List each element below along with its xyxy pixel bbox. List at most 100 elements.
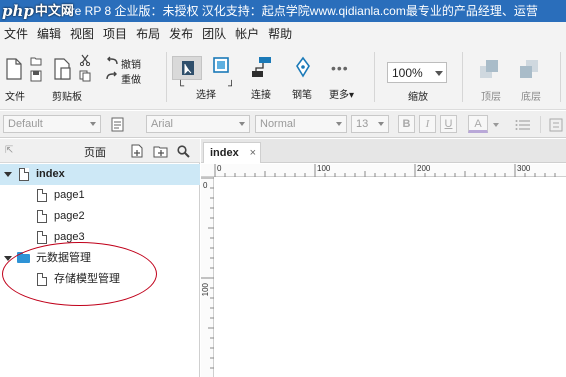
pen-nib-icon [296, 56, 310, 78]
chevron-down-icon [239, 122, 245, 126]
tab-label: index [210, 147, 239, 159]
align-icon[interactable] [549, 118, 563, 132]
pages-panel-header: ⇱ 页面 [0, 139, 200, 163]
close-icon[interactable]: × [250, 143, 256, 163]
more-dots-icon: ••• [331, 60, 349, 76]
tree-item-index[interactable]: index [0, 164, 200, 185]
pen-tool-button[interactable]: 钢笔 [290, 56, 316, 101]
watermark-php-text: php [2, 2, 34, 20]
ruler-label: 0 [217, 164, 222, 173]
undo-label[interactable]: 撤销 [121, 56, 141, 71]
style-select[interactable]: Default [3, 115, 101, 133]
toolbar-divider [560, 52, 561, 102]
tree-item-label: 元数据管理 [36, 252, 91, 264]
bullet-list-icon[interactable] [515, 118, 531, 132]
toolbar-divider [462, 52, 463, 102]
font-size-value: 13 [356, 118, 369, 130]
top-label: 顶层 [481, 92, 501, 103]
send-to-bottom-button[interactable]: 底层 [515, 58, 543, 103]
select-tool-button[interactable] [172, 56, 202, 80]
crop-tool-button[interactable] [212, 56, 232, 78]
bring-to-top-button[interactable]: 顶层 [475, 58, 503, 103]
zoom-select[interactable]: 100% [387, 62, 447, 83]
chevron-down-icon [378, 122, 384, 126]
tree-item-storage-model[interactable]: 存储模型管理 [0, 269, 200, 290]
cut-icon[interactable] [79, 54, 91, 66]
menu-account[interactable]: 帐户 [231, 25, 264, 42]
zoom-label: 缩放 [408, 92, 428, 103]
select-arrow-icon [182, 61, 194, 75]
redo-icon[interactable] [106, 71, 118, 81]
connect-tool-button[interactable]: 连接 [249, 56, 275, 101]
open-folder-icon[interactable] [30, 56, 42, 66]
chevron-down-icon[interactable] [493, 123, 499, 127]
menu-team[interactable]: 团队 [198, 25, 231, 42]
font-size-select[interactable]: 13 [351, 115, 389, 133]
file-button[interactable]: 文件 [3, 58, 25, 103]
style-value: Default [8, 118, 43, 130]
font-weight-select[interactable]: Normal [255, 115, 347, 133]
connect-icon [252, 57, 271, 77]
toolbar-divider [166, 52, 167, 102]
page-icon [37, 210, 47, 223]
ruler-ticks [201, 177, 214, 369]
toolbar-divider [374, 52, 375, 102]
tree-item-label: page3 [54, 231, 85, 243]
tree-item-metadata-folder[interactable]: 元数据管理 [0, 248, 200, 269]
search-icon[interactable] [177, 145, 190, 158]
connect-label: 连接 [251, 90, 271, 101]
clipboard-label: 剪贴板 [52, 92, 82, 103]
italic-button[interactable]: I [419, 115, 436, 133]
expand-arrow-icon[interactable] [4, 172, 12, 177]
menu-bar: 文件 编辑 视图 项目 布局 发布 团队 帐户 帮助 [0, 22, 566, 44]
ruler-ticks [214, 164, 556, 177]
pen-label: 钢笔 [292, 90, 312, 101]
select-label[interactable]: 选择 [196, 86, 216, 101]
format-bar: Default Arial Normal 13 B I U A [0, 111, 566, 138]
menu-file[interactable]: 文件 [0, 25, 33, 42]
horizontal-ruler: 0 100 200 300 [201, 164, 566, 177]
expand-arrow-icon[interactable] [4, 256, 12, 261]
collapse-panel-icon[interactable]: ⇱ [5, 145, 13, 156]
menu-project[interactable]: 项目 [99, 25, 132, 42]
more-tools-button[interactable]: ••• 更多▾ [328, 56, 358, 101]
add-page-icon[interactable] [131, 144, 145, 158]
tab-index[interactable]: index × [203, 142, 261, 163]
tree-item-label: 存储模型管理 [54, 273, 120, 285]
tree-item-label: page2 [54, 210, 85, 222]
zoom-value: 100% [392, 66, 423, 80]
crop-icon [213, 57, 229, 73]
tree-item-page2[interactable]: page2 [0, 206, 200, 227]
page-icon [37, 231, 47, 244]
editor-tab-strip: index × [201, 139, 566, 163]
menu-edit[interactable]: 编辑 [33, 25, 66, 42]
style-editor-icon[interactable] [111, 116, 125, 132]
page-icon [19, 168, 29, 181]
vertical-ruler: 0 100 [201, 177, 214, 377]
main-toolbar: 文件 剪贴板 撤销 重做 └ 选择 ┘ 连接 钢笔 ••• 更多▾ 100% 缩… [0, 44, 566, 110]
tree-item-page3[interactable]: page3 [0, 227, 200, 248]
font-family-select[interactable]: Arial [146, 115, 250, 133]
text-color-button[interactable]: A [468, 115, 488, 133]
redo-label[interactable]: 重做 [121, 71, 141, 86]
menu-view[interactable]: 视图 [66, 25, 99, 42]
menu-help[interactable]: 帮助 [264, 25, 297, 42]
font-family-value: Arial [151, 118, 174, 130]
underline-button[interactable]: U [440, 115, 457, 133]
page-icon [37, 189, 47, 202]
send-to-bottom-icon [520, 60, 538, 78]
bring-to-top-icon [480, 60, 498, 78]
add-folder-icon[interactable] [153, 145, 168, 158]
undo-icon[interactable] [106, 56, 118, 66]
menu-publish[interactable]: 发布 [165, 25, 198, 42]
new-file-icon [6, 58, 22, 80]
tree-item-label: index [36, 168, 65, 180]
save-icon[interactable] [30, 70, 42, 82]
bold-button[interactable]: B [398, 115, 415, 133]
pages-panel: ⇱ 页面 index page1 page2 page3 元数据管理 存储模型管… [0, 139, 200, 377]
crop-mode-bracket: ┘ [228, 81, 236, 92]
copy-icon[interactable] [79, 70, 91, 82]
design-canvas[interactable] [215, 178, 566, 377]
tree-item-page1[interactable]: page1 [0, 185, 200, 206]
menu-layout[interactable]: 布局 [132, 25, 165, 42]
